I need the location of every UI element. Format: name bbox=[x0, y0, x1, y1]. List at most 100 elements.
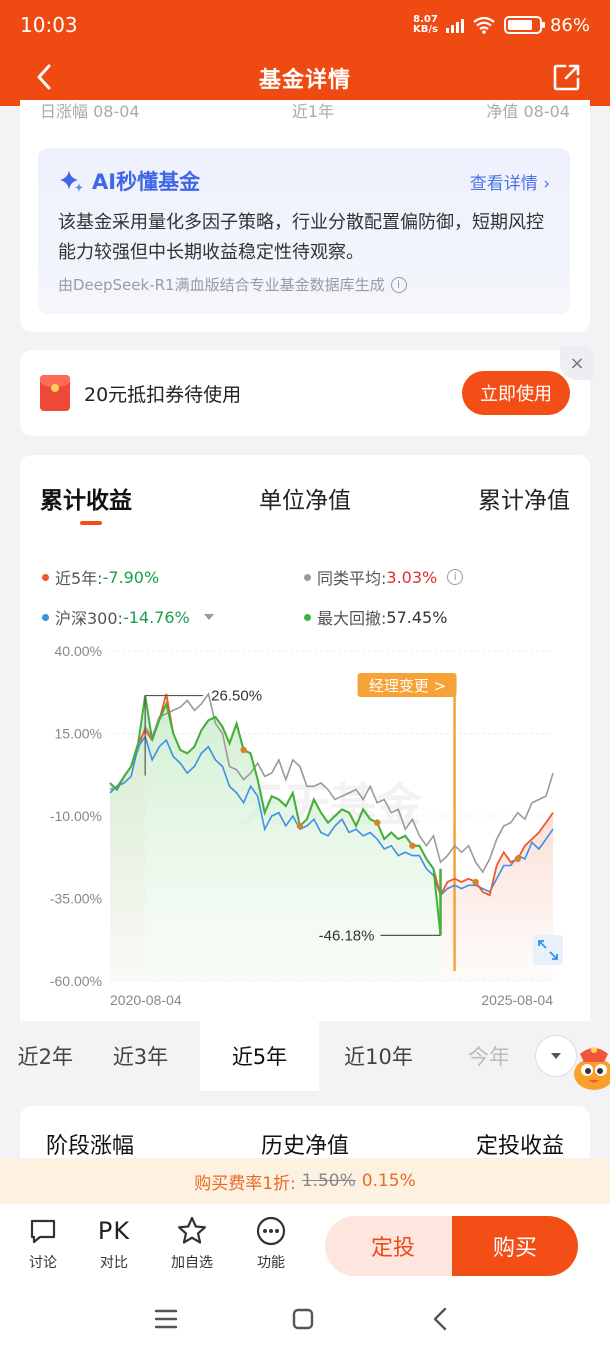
compare-button[interactable]: PK 对比 bbox=[84, 1214, 144, 1272]
buy-button[interactable]: 购买 bbox=[452, 1216, 578, 1276]
pk-icon: PK bbox=[97, 1217, 131, 1245]
legend-dot-index bbox=[42, 613, 49, 621]
y-tick-label: -35.00% bbox=[50, 891, 102, 907]
legend-peer-value: 3.03% bbox=[386, 567, 438, 587]
discuss-button[interactable]: 讨论 bbox=[13, 1214, 73, 1272]
legend-drawdown-label: 最大回撤: bbox=[317, 609, 387, 628]
period-10y[interactable]: 近10年 bbox=[319, 1021, 438, 1091]
legend-index-value: -14.76% bbox=[122, 607, 190, 627]
close-icon[interactable]: × bbox=[560, 346, 594, 380]
y-tick-label: -60.00% bbox=[50, 973, 102, 989]
fee-old: 1.50% bbox=[301, 1171, 356, 1191]
fund-event-dot bbox=[296, 822, 304, 830]
y-tick-label: -10.00% bbox=[50, 808, 102, 824]
y-tick-label: 40.00% bbox=[55, 643, 102, 659]
tab-cumulative-nav[interactable]: 累计净值 bbox=[478, 481, 570, 515]
peak-label: 26.50% bbox=[211, 688, 262, 705]
y-tick-label: 15.00% bbox=[55, 726, 102, 742]
legend-dot-peer bbox=[304, 573, 311, 581]
legend-dot-drawdown bbox=[304, 613, 311, 621]
ai-source-note: 由DeepSeek-R1满血版结合专业基金数据库生成 i bbox=[58, 274, 550, 295]
battery-icon bbox=[503, 16, 545, 34]
tab-unit-nav[interactable]: 单位净值 bbox=[259, 481, 351, 515]
net-speed: 8.07 KB/s bbox=[413, 15, 438, 35]
ai-summary-box[interactable]: AI秒懂基金 查看详情 › 该基金采用量化多因子策略，行业分散配置偏防御，短期风… bbox=[38, 148, 570, 314]
net-speed-unit: KB/s bbox=[413, 24, 438, 35]
more-label: 功能 bbox=[257, 1255, 285, 1271]
period-5y[interactable]: 近5年 bbox=[200, 1021, 319, 1091]
drawdown-area bbox=[110, 695, 441, 981]
period-2y[interactable]: 近2年 bbox=[0, 1021, 81, 1091]
red-envelope-icon bbox=[40, 375, 70, 411]
trough-label: -46.18% bbox=[319, 927, 375, 944]
back-icon[interactable] bbox=[430, 1306, 450, 1332]
expand-icon[interactable] bbox=[533, 935, 563, 965]
fund-event-dot bbox=[409, 842, 416, 849]
use-coupon-button[interactable]: 立即使用 bbox=[462, 371, 570, 415]
manager-change-label: 经理变更 > bbox=[369, 677, 446, 695]
tab-sip-return[interactable]: 定投收益 bbox=[476, 1128, 564, 1160]
chevron-left-icon[interactable] bbox=[30, 62, 60, 92]
peek-nav: 净值 08-04 bbox=[486, 102, 570, 120]
chart-legend: 近5年: -7.90% 同类平均: 3.03% i 沪深300: -14.76% 最大… bbox=[42, 557, 572, 637]
legend-dot-fund bbox=[42, 573, 49, 581]
fee-banner: 购买费率1折: 1.50% 0.15% bbox=[0, 1158, 610, 1204]
ai-source-text: 由DeepSeek-R1满血版结合专业基金数据库生成 bbox=[58, 276, 385, 294]
period-3y[interactable]: 近3年 bbox=[81, 1021, 200, 1091]
chat-icon bbox=[30, 1219, 56, 1244]
x-tick-label: 2025-08-04 bbox=[481, 992, 553, 1008]
more-icon bbox=[256, 1216, 286, 1246]
ai-title: AI秒懂基金 bbox=[92, 170, 201, 194]
period-selector: 近2年 近3年 近5年 近10年 今年来 bbox=[0, 1021, 610, 1091]
menu-icon[interactable] bbox=[154, 1308, 178, 1330]
info-icon[interactable]: i bbox=[447, 569, 464, 585]
legend-peer-label: 同类平均: bbox=[317, 569, 387, 588]
compare-label: 对比 bbox=[100, 1255, 128, 1271]
legend-fund-value: -7.90% bbox=[102, 567, 160, 587]
x-tick-label: 2020-08-04 bbox=[110, 992, 182, 1008]
fund-event-dot bbox=[240, 746, 247, 754]
tab-cumulative-return[interactable]: 累计收益 bbox=[40, 481, 132, 515]
fund-event-dot bbox=[472, 878, 479, 886]
legend-index-label: 沪深300: bbox=[55, 609, 123, 628]
peek-daily-change: 日涨幅 08-04 bbox=[40, 102, 140, 120]
status-bar: 10:03 8.07 KB/s 86% bbox=[0, 0, 610, 50]
info-icon[interactable]: i bbox=[390, 276, 407, 293]
ai-summary-text: 该基金采用量化多因子策略，行业分散配置偏防御，短期风控能力较强但中长期收益稳定性… bbox=[58, 212, 544, 263]
watch-label: 加自选 bbox=[171, 1255, 213, 1271]
status-time: 10:03 bbox=[20, 13, 78, 37]
signal-icon bbox=[445, 17, 464, 33]
fee-new: 0.15% bbox=[361, 1171, 416, 1191]
fee-label: 购买费率1折: bbox=[194, 1173, 296, 1194]
legend-drawdown-value: 57.45% bbox=[386, 607, 448, 627]
period-2y-label: 近2年 bbox=[17, 1045, 73, 1069]
fund-event-dot bbox=[514, 855, 522, 863]
more-functions-button[interactable]: 功能 bbox=[241, 1214, 301, 1272]
tab-history-nav[interactable]: 历史净值 bbox=[261, 1128, 349, 1160]
return-chart[interactable]: 40.00%15.00%-10.00%-35.00%-60.00%天天基金经理变… bbox=[20, 641, 590, 1021]
caret-down-icon[interactable] bbox=[203, 614, 214, 620]
sparkle-icon bbox=[60, 170, 83, 192]
chart-tabs: 累计收益 单位净值 累计净值 bbox=[20, 481, 590, 515]
share-icon[interactable] bbox=[552, 62, 582, 92]
star-icon bbox=[177, 1216, 207, 1244]
fund-event-dot bbox=[374, 819, 381, 826]
sip-button[interactable]: 定投 bbox=[325, 1216, 461, 1276]
mascot-icon[interactable] bbox=[570, 1040, 610, 1092]
bottom-action-bar: 讨论 PK 对比 加自选 功能 定投 购买 bbox=[0, 1204, 610, 1286]
home-icon[interactable] bbox=[291, 1307, 315, 1331]
legend-fund-label: 近5年: bbox=[55, 569, 103, 588]
performance-chart-card: 累计收益 单位净值 累计净值 近5年: -7.90% 同类平均: 3.03% i 沪… bbox=[20, 455, 590, 1021]
active-tab-indicator bbox=[80, 521, 102, 525]
fund-summary-card: 日涨幅 08-04 近1年 净值 08-04 AI秒懂基金 查看详情 › 该基金… bbox=[20, 100, 590, 332]
ai-detail-link[interactable]: 查看详情 › bbox=[470, 169, 550, 194]
period-ytd[interactable]: 今年来 bbox=[438, 1021, 508, 1091]
coupon-card: 20元抵扣券待使用 立即使用 × bbox=[20, 346, 594, 436]
add-watchlist-button[interactable]: 加自选 bbox=[162, 1214, 222, 1272]
page-title: 基金详情 bbox=[258, 68, 351, 93]
period-ytd-label: 今年来 bbox=[468, 1045, 508, 1069]
summary-peek-row: 日涨幅 08-04 近1年 净值 08-04 bbox=[20, 98, 590, 120]
discuss-label: 讨论 bbox=[29, 1255, 57, 1271]
peek-1y: 近1年 bbox=[291, 102, 335, 120]
tab-stage-return[interactable]: 阶段涨幅 bbox=[46, 1128, 134, 1160]
